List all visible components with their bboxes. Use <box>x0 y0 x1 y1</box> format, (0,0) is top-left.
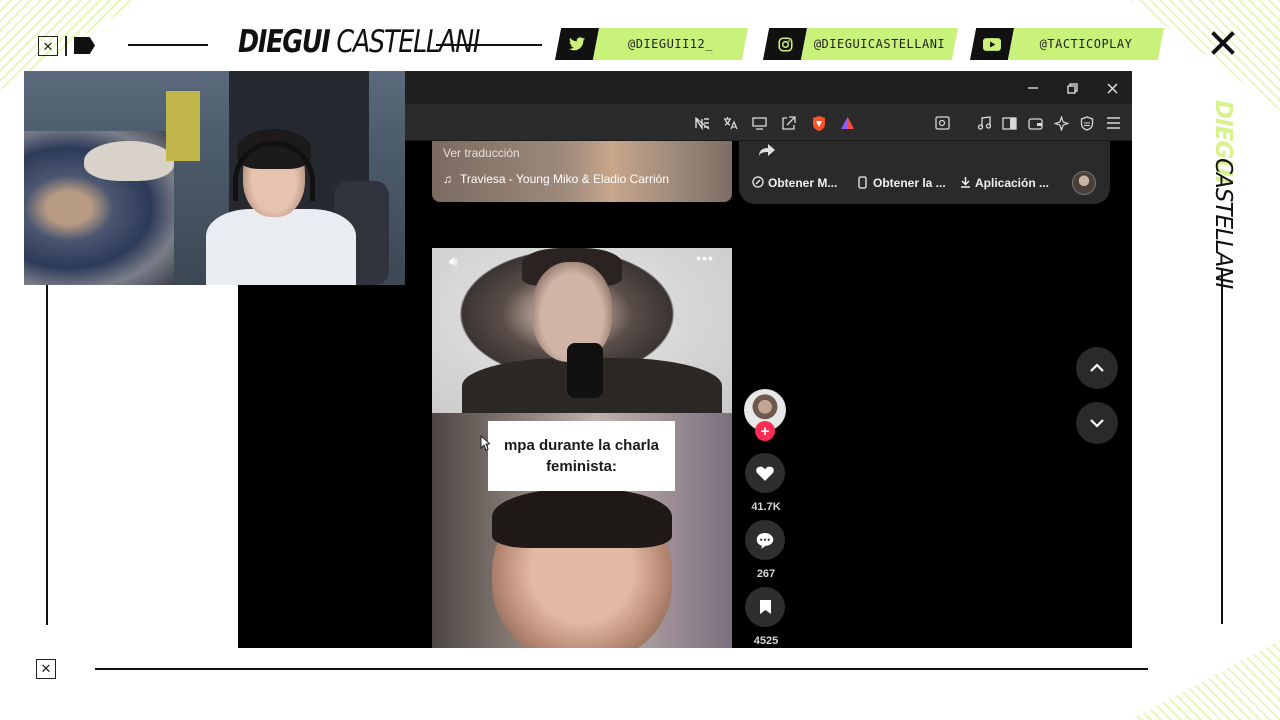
webcam-hats <box>84 141 174 181</box>
vertical-brand-bottom: CASTELLANI <box>1210 158 1236 289</box>
mouse-cursor-icon <box>480 435 490 451</box>
wallet-icon[interactable] <box>1026 114 1044 132</box>
minimize-icon[interactable] <box>1023 78 1043 98</box>
close-box-icon: ✕ <box>36 659 56 679</box>
save-count: 4525 <box>753 635 779 647</box>
instagram-icon <box>763 28 807 60</box>
get-mobile-button[interactable]: Obtener M... <box>752 176 837 190</box>
get-mobile-label: Obtener M... <box>768 176 838 190</box>
corner-stripes-bottom-right <box>1130 640 1280 720</box>
no-reader-icon[interactable] <box>693 114 711 132</box>
webcam-hanging-shirt <box>166 91 200 161</box>
leo-ai-icon[interactable] <box>1052 114 1070 132</box>
music-note-icon: ♫ <box>443 172 452 186</box>
restore-icon[interactable] <box>1062 78 1082 98</box>
link-circle-icon <box>752 176 764 188</box>
brave-shields-icon[interactable] <box>810 114 828 132</box>
youtube-handle: @TACTICOPLAY <box>1008 28 1164 60</box>
twitter-icon <box>555 28 599 60</box>
get-app-button[interactable]: Obtener la ... <box>858 176 946 190</box>
instagram-handle: @DIEGUICASTELLANI <box>801 28 958 60</box>
cast-icon[interactable] <box>750 114 768 132</box>
download-icon <box>961 177 970 188</box>
chevron-down-icon <box>1090 419 1104 428</box>
vpn-icon[interactable] <box>1078 114 1096 132</box>
music-icon[interactable] <box>975 114 993 132</box>
youtube-icon <box>970 28 1014 60</box>
like-count: 41.7K <box>751 501 781 513</box>
see-translation-link[interactable]: Ver traducción <box>443 146 520 160</box>
zoom-page-icon[interactable] <box>933 114 951 132</box>
vertical-brand: DIEGUI CASTELLANI <box>1206 100 1236 288</box>
video-person2-hair <box>492 488 672 548</box>
close-box-icon: ✕ <box>38 36 58 56</box>
get-app-label: Obtener la ... <box>873 176 946 190</box>
video-overlay-text: mpa durante la charla feminista: <box>488 421 675 491</box>
comment-count: 267 <box>756 568 776 580</box>
title-line-right <box>436 44 542 46</box>
twitter-handle: @DIEGUII12_ <box>593 28 748 60</box>
chevron-up-icon <box>1090 363 1104 372</box>
title-line-left <box>128 44 208 46</box>
divider <box>65 36 67 56</box>
more-options-icon[interactable]: ••• <box>696 250 714 266</box>
previous-video-button[interactable] <box>1076 347 1118 389</box>
brave-rewards-icon[interactable] <box>838 114 856 132</box>
video-microphone <box>567 343 603 398</box>
sidebar-icon[interactable] <box>1000 114 1018 132</box>
volume-icon[interactable]: 🔊︎ <box>449 253 458 270</box>
bookmark-icon <box>759 600 771 614</box>
music-title: Traviesa - Young Miko & Eladio Carrión <box>460 172 669 186</box>
music-link[interactable]: ♫ Traviesa - Young Miko & Eladio Carrión <box>443 172 669 186</box>
brand-light: CASTELLANI <box>329 24 480 60</box>
close-icon <box>1211 31 1235 55</box>
share-icon[interactable] <box>779 114 797 132</box>
user-avatar[interactable] <box>1072 171 1096 195</box>
translate-icon[interactable] <box>721 114 739 132</box>
brand-bold: DIEGUI <box>238 24 331 60</box>
frame-line-right <box>1221 268 1223 624</box>
download-app-label: Aplicación ... <box>975 176 1050 190</box>
video-caption-card: Ver traducción ♫ Traviesa - Young Miko & … <box>432 141 732 202</box>
webcam-feed <box>24 71 405 285</box>
get-app-bar <box>739 141 1110 204</box>
comment-button[interactable] <box>745 520 785 560</box>
download-app-button[interactable]: Aplicación ... <box>960 176 1049 190</box>
next-video-button[interactable] <box>1076 402 1118 444</box>
follow-plus-icon[interactable]: + <box>755 421 775 441</box>
window-close-icon[interactable] <box>1102 78 1122 98</box>
frame-line-bottom <box>95 668 1148 670</box>
save-button[interactable] <box>745 587 785 627</box>
tag-icon <box>74 37 95 54</box>
webcam-person-shirt <box>206 209 356 285</box>
comment-icon <box>756 532 774 549</box>
brand-title: DIEGUI CASTELLANI <box>238 24 480 60</box>
menu-icon[interactable] <box>1104 114 1122 132</box>
video-player[interactable]: mpa durante la charla feminista: 🔊︎ ••• <box>432 248 732 648</box>
phone-icon <box>858 176 867 189</box>
frame-line-left <box>46 285 48 625</box>
share-arrow-icon <box>759 144 775 156</box>
heart-icon <box>756 466 774 481</box>
like-button[interactable] <box>745 453 785 493</box>
